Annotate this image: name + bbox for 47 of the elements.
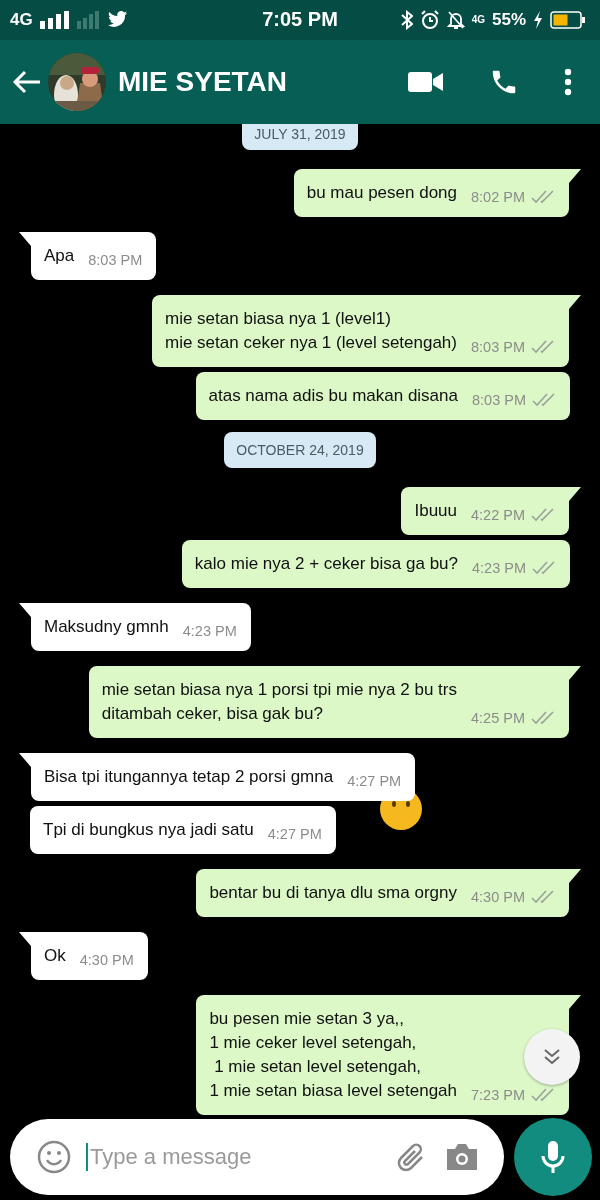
- sent-message[interactable]: kalo mie nya 2 + ceker bisa ga bu? 4:23 PM: [181, 539, 570, 588]
- received-message[interactable]: Tpi di bungkus nya jadi satu 4:27 PM: [30, 805, 336, 854]
- received-message[interactable]: Apa 8:03 PM: [31, 231, 157, 280]
- message-text: atas nama adis bu makan disana: [208, 384, 458, 407]
- message-text: mie setan biasa nya 1 porsi tpi mie nya 2 bu trs ditambah ceker, bisa gak bu?: [101, 678, 457, 725]
- contact-name[interactable]: MIE SYETAN: [118, 65, 408, 98]
- data-indicator: 4G: [471, 14, 485, 26]
- message-text: Ok: [44, 944, 66, 967]
- sent-message[interactable]: mie setan biasa nya 1 porsi tpi mie nya 2 bu trs ditambah ceker, bisa gak bu? 4:25 PM: [88, 665, 569, 738]
- message-text: Ibuuu: [414, 499, 457, 522]
- message-time: 4:30 PM: [79, 950, 134, 970]
- received-message[interactable]: Bisa tpi itungannya tetap 2 porsi gmna 4:27 PM: [31, 752, 416, 801]
- received-message[interactable]: Maksudny gmnh 4:23 PM: [31, 602, 251, 651]
- message-time: 4:27 PM: [347, 771, 402, 791]
- network-type: 4G: [10, 9, 33, 30]
- message-text: kalo mie nya 2 + ceker bisa ga bu?: [194, 552, 458, 575]
- received-message[interactable]: Ok 4:30 PM: [31, 931, 148, 980]
- sent-message[interactable]: bentar bu di tanya dlu sma orgny 4:30 PM: [196, 868, 569, 917]
- date-label: JULY 31, 2019: [242, 123, 358, 150]
- message-time: 4:23 PM: [472, 558, 526, 578]
- sent-message[interactable]: mie setan biasa nya 1 (level1) mie setan ceker nya 1 (level setengah) 8:03 PM: [152, 294, 569, 367]
- sent-message[interactable]: atas nama adis bu makan disana 8:03 PM: [195, 371, 570, 420]
- message-text: bentar bu di tanya dlu sma orgny: [209, 881, 457, 904]
- message-time: 4:22 PM: [471, 505, 525, 525]
- message-time: 8:03 PM: [472, 390, 526, 410]
- message-time: 7:23 PM: [471, 1085, 525, 1105]
- message-text: Tpi di bungkus nya jadi satu: [43, 818, 254, 841]
- message-time: 8:03 PM: [471, 337, 525, 357]
- date-label: OCTOBER 24, 2019: [224, 431, 376, 468]
- message-time: 4:27 PM: [267, 824, 322, 844]
- battery-percentage: 55%: [491, 9, 526, 30]
- message-text: Maksudny gmnh: [44, 615, 169, 638]
- message-text: bu mau pesen dong: [306, 181, 457, 204]
- message-text: Apa: [44, 244, 75, 267]
- message-text: Bisa tpi itungannya tetap 2 porsi gmna: [44, 765, 334, 788]
- clock: 7:05 PM: [262, 8, 338, 32]
- message-time: 8:02 PM: [471, 187, 525, 207]
- message-time: 4:25 PM: [471, 708, 525, 728]
- message-input[interactable]: Type a message: [86, 1143, 380, 1172]
- message-time: 8:03 PM: [88, 250, 143, 270]
- message-time: 4:23 PM: [182, 621, 237, 641]
- message-text: bu pesen mie setan 3 ya,, 1 mie ceker level setengah, 1 mie setan level setengah, 1 mie setan biasa level setengah: [209, 1007, 457, 1102]
- sent-message[interactable]: bu pesen mie setan 3 ya,, 1 mie ceker level setengah, 1 mie setan level setengah, 1 mie setan biasa level setengah 7:23 PM: [196, 994, 569, 1115]
- message-text: mie setan biasa nya 1 (level1) mie setan ceker nya 1 (level setengah): [165, 307, 457, 354]
- sent-message[interactable]: Ibuuu 4:22 PM: [401, 486, 569, 535]
- message-time: 4:30 PM: [471, 887, 525, 907]
- sent-message[interactable]: bu mau pesen dong 8:02 PM: [293, 168, 569, 217]
